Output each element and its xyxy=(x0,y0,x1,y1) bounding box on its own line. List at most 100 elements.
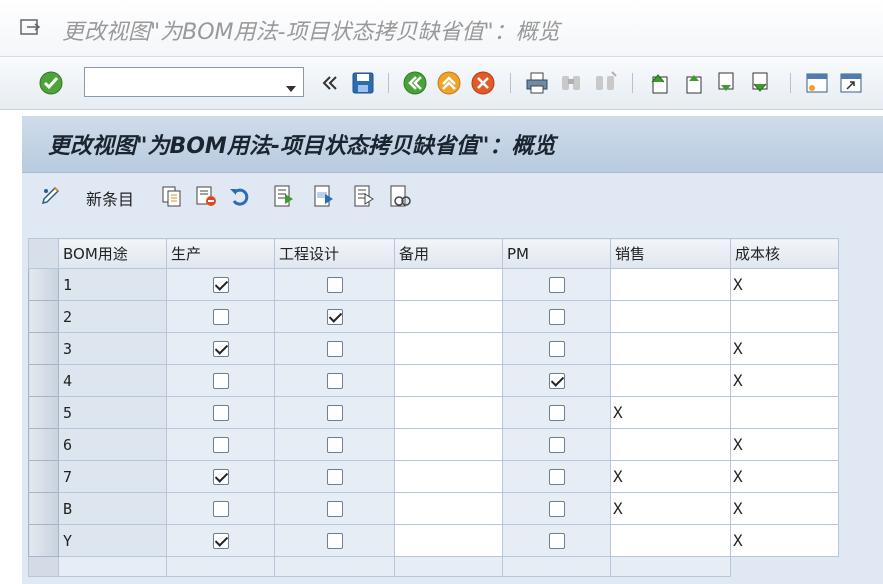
pm-checkbox[interactable] xyxy=(548,469,565,485)
delete-icon[interactable] xyxy=(194,184,218,208)
spare-cell[interactable] xyxy=(394,492,503,525)
previous-page-icon[interactable] xyxy=(680,70,706,96)
engineering-checkbox[interactable] xyxy=(326,309,343,325)
sales-cell[interactable] xyxy=(610,428,731,461)
pm-checkbox[interactable] xyxy=(548,373,565,389)
spare-cell[interactable] xyxy=(394,332,503,365)
spare-cell[interactable] xyxy=(394,460,503,493)
engineering-checkbox[interactable] xyxy=(326,469,343,485)
new-session-icon[interactable] xyxy=(804,70,830,96)
column-header[interactable]: 销售 xyxy=(610,238,731,269)
select-all-icon[interactable] xyxy=(272,184,296,208)
back-icon[interactable] xyxy=(402,70,428,96)
menu-icon[interactable] xyxy=(20,18,42,36)
pm-checkbox[interactable] xyxy=(548,341,565,357)
production-checkbox[interactable] xyxy=(212,309,229,325)
costing-cell[interactable]: X xyxy=(730,268,839,301)
sales-cell[interactable]: X xyxy=(610,396,731,429)
costing-cell[interactable]: X xyxy=(730,364,839,397)
display-change-icon[interactable] xyxy=(40,184,64,208)
spare-cell[interactable] xyxy=(394,364,503,397)
production-checkbox[interactable] xyxy=(212,501,229,517)
row-selector[interactable] xyxy=(28,492,59,525)
column-header[interactable]: 备用 xyxy=(394,238,503,269)
command-input[interactable] xyxy=(89,69,283,97)
sales-cell[interactable] xyxy=(610,524,731,557)
row-selector[interactable] xyxy=(28,364,59,397)
pm-checkbox[interactable] xyxy=(548,501,565,517)
row-selector[interactable] xyxy=(28,428,59,461)
spare-cell[interactable] xyxy=(394,268,503,301)
sales-cell[interactable] xyxy=(610,300,731,333)
engineering-checkbox[interactable] xyxy=(326,437,343,453)
select-block-icon[interactable] xyxy=(312,184,336,208)
sales-cell[interactable]: X xyxy=(610,492,731,525)
undo-icon[interactable] xyxy=(228,184,252,208)
engineering-checkbox[interactable] xyxy=(326,533,343,549)
pm-checkbox[interactable] xyxy=(548,405,565,421)
pm-checkbox[interactable] xyxy=(548,437,565,453)
print-icon[interactable] xyxy=(524,70,550,96)
cancel-icon[interactable] xyxy=(470,70,496,96)
costing-cell[interactable]: X xyxy=(730,332,839,365)
exit-icon[interactable] xyxy=(436,70,462,96)
command-dropdown-icon[interactable] xyxy=(285,78,297,97)
costing-cell[interactable] xyxy=(730,300,839,333)
first-page-icon[interactable] xyxy=(646,70,672,96)
copy-as-icon[interactable] xyxy=(160,184,184,208)
column-header[interactable]: 工程设计 xyxy=(274,238,395,269)
find-icon[interactable] xyxy=(558,70,584,96)
row-selector[interactable] xyxy=(28,460,59,493)
sales-cell[interactable] xyxy=(610,332,731,365)
configuration-icon[interactable] xyxy=(388,184,412,208)
engineering-checkbox[interactable] xyxy=(326,277,343,293)
enter-icon[interactable] xyxy=(38,70,64,96)
row-selector[interactable] xyxy=(28,524,59,557)
costing-cell[interactable]: X xyxy=(730,524,839,557)
production-checkbox[interactable] xyxy=(212,405,229,421)
column-header[interactable]: BOM用途 xyxy=(58,238,167,269)
production-checkbox[interactable] xyxy=(212,469,229,485)
production-checkbox[interactable] xyxy=(212,373,229,389)
spare-cell[interactable] xyxy=(394,524,503,557)
pm-checkbox[interactable] xyxy=(548,533,565,549)
costing-cell[interactable] xyxy=(730,396,839,429)
spare-cell[interactable] xyxy=(394,396,503,429)
production-checkbox[interactable] xyxy=(212,277,229,293)
production-checkbox[interactable] xyxy=(212,341,229,357)
engineering-checkbox[interactable] xyxy=(326,373,343,389)
costing-cell[interactable]: X xyxy=(730,428,839,461)
collapse-icon[interactable] xyxy=(316,70,342,96)
last-page-icon[interactable] xyxy=(748,70,774,96)
production-checkbox[interactable] xyxy=(212,437,229,453)
engineering-checkbox[interactable] xyxy=(326,341,343,357)
costing-cell[interactable]: X xyxy=(730,460,839,493)
engineering-checkbox[interactable] xyxy=(326,405,343,421)
row-selector[interactable] xyxy=(28,300,59,333)
sales-cell[interactable] xyxy=(610,268,731,301)
row-selector[interactable] xyxy=(28,268,59,301)
costing-cell[interactable]: X xyxy=(730,492,839,525)
shortcut-icon[interactable] xyxy=(838,70,864,96)
row-selector[interactable] xyxy=(28,396,59,429)
save-icon[interactable] xyxy=(350,70,376,96)
pm-checkbox[interactable] xyxy=(548,309,565,325)
production-checkbox[interactable] xyxy=(212,533,229,549)
command-field[interactable] xyxy=(84,67,304,97)
spare-cell[interactable] xyxy=(394,300,503,333)
engineering-checkbox[interactable] xyxy=(326,501,343,517)
row-selector[interactable] xyxy=(28,556,59,577)
column-header[interactable]: 成本核 xyxy=(730,238,839,269)
sales-cell[interactable] xyxy=(610,364,731,397)
find-next-icon[interactable] xyxy=(592,70,618,96)
pm-checkbox[interactable] xyxy=(548,277,565,293)
column-header[interactable]: PM xyxy=(502,238,611,269)
spare-cell[interactable] xyxy=(394,428,503,461)
sales-cell[interactable]: X xyxy=(610,460,731,493)
select-all-corner[interactable] xyxy=(28,238,59,269)
deselect-all-icon[interactable] xyxy=(352,184,376,208)
new-entries-button[interactable]: 新条目 xyxy=(86,186,134,210)
row-selector[interactable] xyxy=(28,332,59,365)
next-page-icon[interactable] xyxy=(714,70,740,96)
column-header[interactable]: 生产 xyxy=(166,238,275,269)
